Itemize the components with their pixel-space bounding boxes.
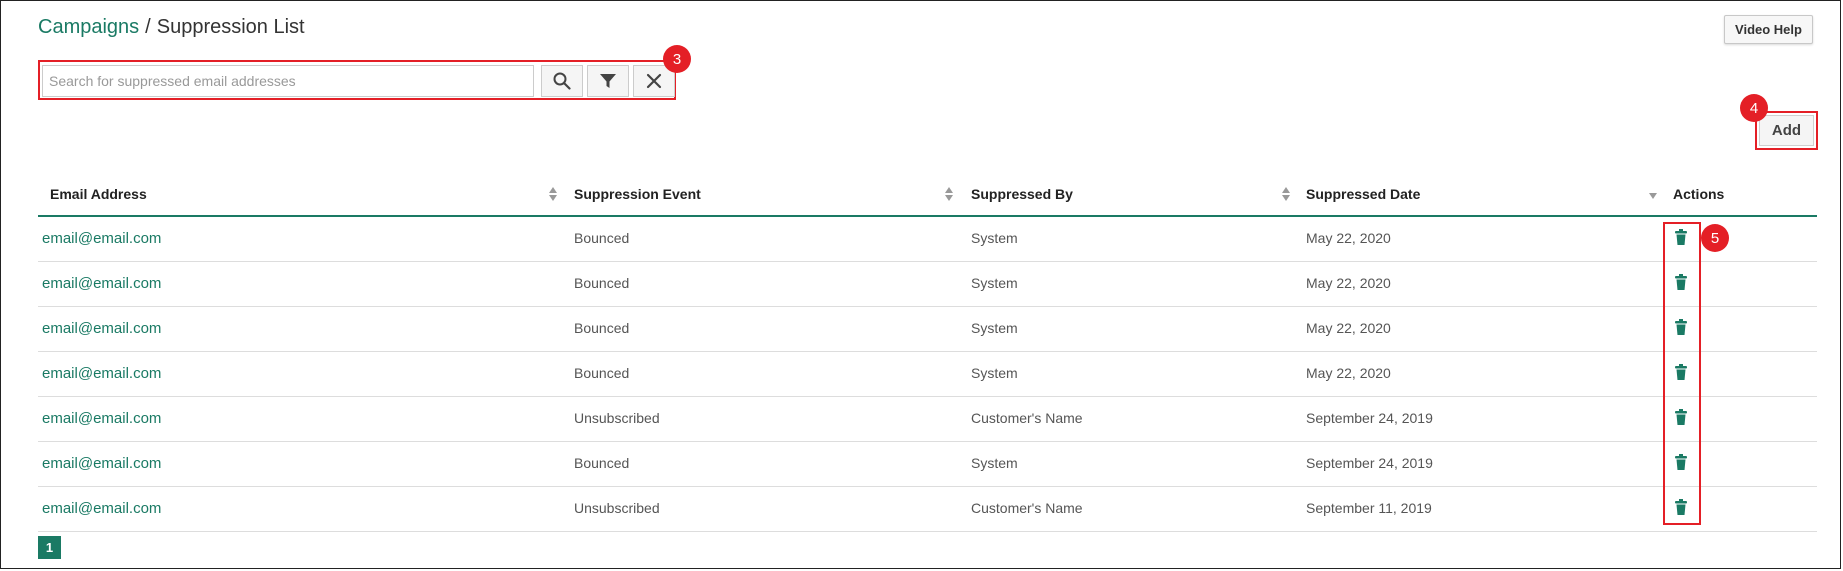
column-header-date[interactable]: Suppressed Date xyxy=(1306,186,1420,202)
email-link[interactable]: email@email.com xyxy=(42,455,161,472)
suppression-event: Bounced xyxy=(574,275,630,291)
table-row: email@email.com Bounced System May 22, 2020 xyxy=(38,217,1817,262)
suppression-event: Bounced xyxy=(574,365,630,381)
email-link[interactable]: email@email.com xyxy=(42,230,161,247)
callout-marker-4: 4 xyxy=(1740,94,1768,122)
sort-icon[interactable] xyxy=(549,187,557,201)
suppressed-by: Customer's Name xyxy=(971,500,1083,516)
table-row: email@email.com Bounced System September 24… xyxy=(38,442,1817,487)
table-header: Email Address Suppression Event Suppress… xyxy=(38,175,1817,217)
table-body: email@email.com Bounced System May 22, 2020… xyxy=(38,217,1817,532)
column-header-email[interactable]: Email Address xyxy=(50,186,147,202)
suppressed-date: September 24, 2019 xyxy=(1306,455,1433,471)
suppression-event: Bounced xyxy=(574,320,630,336)
breadcrumb-campaigns-link[interactable]: Campaigns xyxy=(38,16,139,38)
suppressed-date: September 24, 2019 xyxy=(1306,410,1433,426)
callout-marker-3: 3 xyxy=(663,45,691,73)
suppression-event: Unsubscribed xyxy=(574,410,660,426)
column-header-suppressed-by[interactable]: Suppressed By xyxy=(971,186,1073,202)
suppressed-date: September 11, 2019 xyxy=(1306,500,1432,516)
search-bar xyxy=(38,60,676,100)
suppression-event: Bounced xyxy=(574,230,630,246)
table-row: email@email.com Unsubscribed Customer's Na… xyxy=(38,397,1817,442)
email-link[interactable]: email@email.com xyxy=(42,410,161,427)
table-row: email@email.com Bounced System May 22, 2020 xyxy=(38,262,1817,307)
sort-icon[interactable] xyxy=(945,187,953,201)
column-header-event[interactable]: Suppression Event xyxy=(574,186,701,202)
pagination-page-button[interactable]: 1 xyxy=(38,536,61,559)
suppression-table: Email Address Suppression Event Suppress… xyxy=(38,175,1817,532)
email-link[interactable]: email@email.com xyxy=(42,365,161,382)
table-row: email@email.com Bounced System May 22, 2020 xyxy=(38,352,1817,397)
table-row: email@email.com Unsubscribed Customer's Na… xyxy=(38,487,1817,532)
suppressed-by: System xyxy=(971,275,1018,291)
suppressed-date: May 22, 2020 xyxy=(1306,230,1391,246)
suppressed-by: System xyxy=(971,230,1018,246)
breadcrumb-separator: / xyxy=(145,16,151,38)
page-title: Suppression List xyxy=(156,16,305,38)
email-link[interactable]: email@email.com xyxy=(42,320,161,337)
sort-icon[interactable] xyxy=(1282,187,1290,201)
suppressed-by: System xyxy=(971,320,1018,336)
sort-desc-icon[interactable] xyxy=(1649,191,1657,205)
suppression-event: Unsubscribed xyxy=(574,500,660,516)
callout-marker-5: 5 xyxy=(1701,224,1729,252)
email-link[interactable]: email@email.com xyxy=(42,500,161,517)
table-row: email@email.com Bounced System May 22, 2020 xyxy=(38,307,1817,352)
breadcrumb: Campaigns / Suppression List xyxy=(38,15,305,39)
search-button[interactable] xyxy=(541,65,583,97)
suppressed-date: May 22, 2020 xyxy=(1306,320,1391,336)
actions-column-highlight xyxy=(1663,222,1701,525)
suppressed-date: May 22, 2020 xyxy=(1306,275,1391,291)
close-icon xyxy=(646,73,662,89)
column-header-actions: Actions xyxy=(1673,186,1725,202)
search-input[interactable] xyxy=(42,65,534,97)
suppression-event: Bounced xyxy=(574,455,630,471)
email-link[interactable]: email@email.com xyxy=(42,275,161,292)
suppressed-by: System xyxy=(971,365,1018,381)
video-help-button[interactable]: Video Help xyxy=(1724,15,1813,44)
search-icon xyxy=(553,72,571,90)
suppressed-date: May 22, 2020 xyxy=(1306,365,1391,381)
app-frame: Campaigns/Suppression List Video Help 3 … xyxy=(0,0,1841,569)
suppressed-by: Customer's Name xyxy=(971,410,1083,426)
suppressed-by: System xyxy=(971,455,1018,471)
filter-icon xyxy=(600,74,616,88)
filter-button[interactable] xyxy=(587,65,629,97)
add-button[interactable]: Add xyxy=(1759,115,1814,146)
